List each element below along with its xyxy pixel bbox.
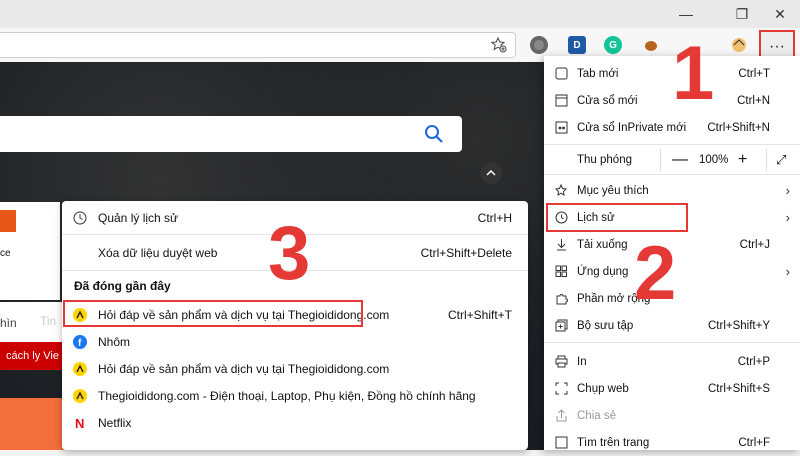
profile-icon[interactable] <box>730 36 748 54</box>
web-search-box[interactable] <box>0 116 462 152</box>
tgdd-icon <box>72 388 88 404</box>
zoom-row: Thu phóng — 100% + ⤢ <box>544 146 800 173</box>
close-window-button[interactable]: ✕ <box>758 0 800 28</box>
collections-icon <box>554 319 568 333</box>
zoom-out-button[interactable]: — <box>672 151 688 169</box>
cookie-icon[interactable] <box>642 36 660 54</box>
extensions-icon <box>554 292 568 306</box>
chevron-right-icon: › <box>785 210 790 225</box>
facebook-icon: f <box>72 334 88 350</box>
menu-item-collections[interactable]: Bộ sưu tập Ctrl+Shift+Y <box>544 312 800 339</box>
divider <box>544 342 800 343</box>
zoom-in-button[interactable]: + <box>738 151 747 169</box>
highlight-history-item <box>546 203 688 232</box>
menu-item-share: Chia sẻ <box>544 402 800 429</box>
news-tab[interactable]: hìn <box>0 316 17 330</box>
puzzle-icon[interactable] <box>530 36 548 54</box>
minimize-button[interactable]: — <box>664 0 708 28</box>
history-list-item[interactable]: Hỏi đáp về sản phẩm và dịch vụ tại Thegi… <box>62 356 528 382</box>
favorites-icon <box>554 184 568 198</box>
new-window-icon <box>554 94 568 108</box>
highlight-recent-item <box>63 300 363 327</box>
apps-icon <box>554 265 568 279</box>
step-number-3: 3 <box>268 211 311 296</box>
scroll-up-button[interactable] <box>480 162 502 184</box>
title-bar: — ❐ ✕ <box>0 0 800 28</box>
menu-item-inprivate[interactable]: Cửa sổ InPrivate mới Ctrl+Shift+N <box>544 114 800 141</box>
chevron-right-icon: › <box>785 183 790 198</box>
divider <box>544 144 800 145</box>
dashlane-icon[interactable]: D <box>568 36 586 54</box>
news-card[interactable] <box>0 398 70 450</box>
chevron-up-icon <box>486 169 496 176</box>
news-tabs: hìn <box>0 302 70 342</box>
tgdd-icon <box>72 361 88 377</box>
history-list-item[interactable]: N Netflix <box>62 410 528 436</box>
close-icon: ✕ <box>774 5 786 22</box>
history-list-item[interactable]: f Nhôm <box>62 329 528 355</box>
menu-item-favorites[interactable]: Mục yêu thích › <box>544 177 800 204</box>
address-bar[interactable] <box>0 32 516 58</box>
fullscreen-icon[interactable]: ⤢ <box>776 152 786 168</box>
search-icon[interactable] <box>424 124 444 144</box>
new-tab-icon <box>554 67 568 81</box>
web-capture-icon <box>554 382 568 396</box>
tile-logo <box>0 210 16 232</box>
history-list-item[interactable]: Thegioididong.com - Điện thoại, Laptop, … <box>62 383 528 409</box>
divider <box>660 148 661 171</box>
netflix-icon: N <box>72 415 88 431</box>
menu-item-find[interactable]: Tìm trên trang Ctrl+F <box>544 429 800 456</box>
divider <box>766 148 767 171</box>
divider <box>544 174 800 175</box>
news-tab-2[interactable]: Tin <box>40 314 56 328</box>
chevron-right-icon: › <box>785 264 790 279</box>
tile-label: ce <box>0 248 11 259</box>
recently-closed-heading: Đã đóng gần đây <box>74 279 171 293</box>
step-number-2: 2 <box>634 231 677 316</box>
zoom-level: 100% <box>699 153 729 166</box>
menu-item-print[interactable]: In Ctrl+P <box>544 348 800 375</box>
share-icon <box>554 409 568 423</box>
inprivate-icon <box>554 121 568 135</box>
quick-link-tile[interactable]: ce <box>0 202 60 300</box>
minimize-icon: — <box>679 6 693 22</box>
star-plus-icon[interactable] <box>491 37 507 53</box>
grammarly-icon[interactable]: G <box>604 36 622 54</box>
menu-item-web-capture[interactable]: Chụp web Ctrl+Shift+S <box>544 375 800 402</box>
download-icon <box>554 238 568 252</box>
find-icon <box>554 436 568 450</box>
print-icon <box>554 355 568 369</box>
maximize-icon: ❐ <box>735 5 749 22</box>
more-icon: ··· <box>769 38 785 55</box>
history-icon <box>72 210 88 226</box>
step-number-1: 1 <box>672 31 715 116</box>
svg-text:N: N <box>75 416 84 430</box>
